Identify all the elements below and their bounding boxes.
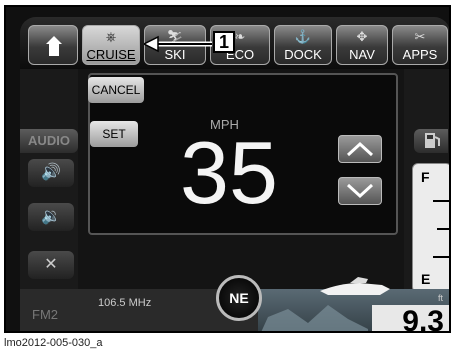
chevron-down-icon [346,183,374,199]
fuel-full-label: F [421,169,430,185]
steering-wheel-icon: ⎈ [105,29,117,44]
fuel-pump-icon [425,133,440,148]
mute-button[interactable]: ✕ [28,251,74,279]
gauge-tick [433,256,449,258]
tab-apps[interactable]: ✂ APPS [392,25,448,65]
top-menu-bar: ⎈ CRUISE ⛷ SKI ❧ ECO ⚓ DOCK ✥ NAV ✂ APPS [20,17,449,69]
speaker-loud-icon: 🔊 [41,164,61,181]
gauge-tick [433,200,449,202]
speed-value: 35 [180,123,278,222]
cancel-button[interactable]: CANCEL [88,77,144,103]
tab-dock[interactable]: ⚓ DOCK [274,25,332,65]
callout-number: 1 [213,31,235,53]
boat-icon [320,277,390,295]
audio-button[interactable]: AUDIO [20,129,78,153]
volume-down-button[interactable]: 🔉 [28,203,74,231]
display-screen: ⎈ CRUISE ⛷ SKI ❧ ECO ⚓ DOCK ✥ NAV ✂ APPS [20,17,449,331]
close-icon: ✕ [44,256,58,273]
speaker-low-icon: 🔉 [41,208,61,225]
fuel-pump-button[interactable] [414,129,448,153]
gauge-tick [437,228,449,230]
dock-icon: ⚓ [294,29,312,44]
tab-cruise[interactable]: ⎈ CRUISE [82,25,140,65]
tab-cruise-label: CRUISE [86,47,136,62]
tab-nav-label: NAV [349,47,375,62]
figure-caption: lmo2012-005-030_a [4,337,103,349]
chevron-up-icon [346,141,374,157]
radio-band: FM2 [32,307,58,322]
set-button[interactable]: SET [90,121,138,147]
tab-dock-label: DOCK [284,47,322,62]
fuel-empty-label: E [421,271,431,287]
tab-nav[interactable]: ✥ NAV [336,25,388,65]
callout-arrow [144,35,212,53]
depth-value: 9.3 [372,305,449,331]
home-icon [46,36,62,56]
speed-down-button[interactable] [338,177,382,205]
tab-apps-label: APPS [402,47,438,62]
depth-unit: ft [438,293,444,303]
speed-up-button[interactable] [338,135,382,163]
tools-icon: ✂ [414,29,426,44]
display-frame: ⎈ CRUISE ⛷ SKI ❧ ECO ⚓ DOCK ✥ NAV ✂ APPS [4,5,451,333]
radio-frequency: 106.5 MHz [98,297,152,309]
fuel-gauge: F E [412,163,449,293]
compass-rose-icon: ✥ [356,29,368,44]
compass-heading: NE [216,275,262,321]
volume-up-button[interactable]: 🔊 [28,159,74,187]
home-button[interactable] [28,25,78,65]
